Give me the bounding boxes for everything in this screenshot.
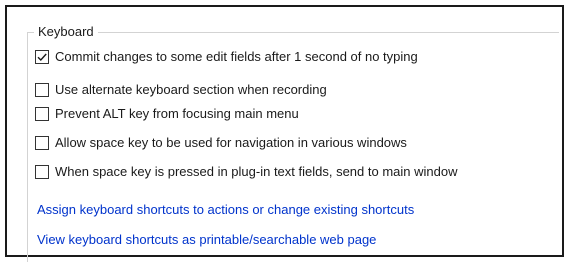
option-label-space-plugin: When space key is pressed in plug-in tex… bbox=[55, 164, 458, 179]
checkmark-icon bbox=[37, 53, 47, 62]
option-alternate-keyboard[interactable]: Use alternate keyboard section when reco… bbox=[35, 80, 327, 100]
assign-shortcuts-link[interactable]: Assign keyboard shortcuts to actions or … bbox=[37, 202, 414, 218]
option-space-plugin[interactable]: When space key is pressed in plug-in tex… bbox=[35, 162, 457, 182]
option-label-commit-changes: Commit changes to some edit fields after… bbox=[55, 49, 418, 64]
option-label-prevent-alt: Prevent ALT key from focusing main menu bbox=[55, 106, 299, 121]
option-prevent-alt[interactable]: Prevent ALT key from focusing main menu bbox=[35, 104, 299, 124]
view-shortcuts-link[interactable]: View keyboard shortcuts as printable/sea… bbox=[37, 232, 376, 248]
checkbox-space-plugin[interactable] bbox=[35, 165, 49, 179]
checkbox-prevent-alt[interactable] bbox=[35, 107, 49, 121]
keyboard-group-title: Keyboard bbox=[34, 24, 98, 40]
checkbox-alternate-keyboard[interactable] bbox=[35, 83, 49, 97]
checkbox-space-navigation[interactable] bbox=[35, 136, 49, 150]
option-commit-changes[interactable]: Commit changes to some edit fields after… bbox=[35, 47, 418, 67]
checkbox-commit-changes[interactable] bbox=[35, 50, 49, 64]
option-space-navigation[interactable]: Allow space key to be used for navigatio… bbox=[35, 133, 407, 153]
option-label-alternate-keyboard: Use alternate keyboard section when reco… bbox=[55, 82, 327, 97]
option-label-space-navigation: Allow space key to be used for navigatio… bbox=[55, 135, 407, 150]
